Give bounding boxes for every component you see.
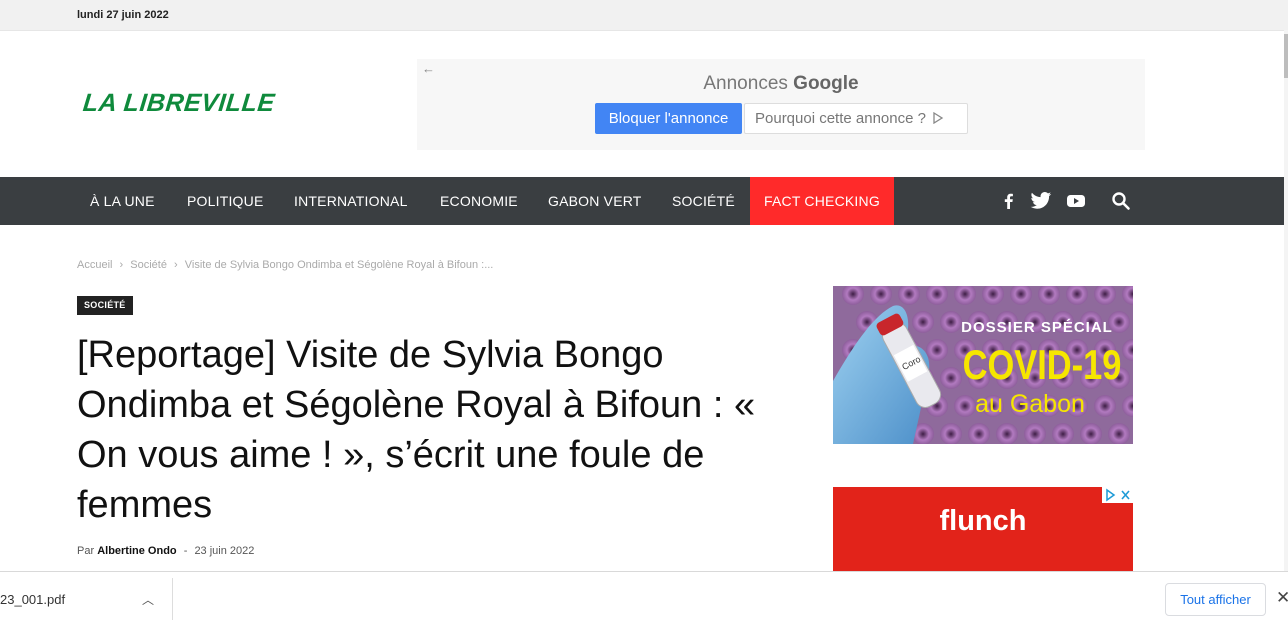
byline-dash: - [183,545,188,557]
block-ad-button[interactable]: Bloquer l'annonce [595,103,742,134]
youtube-icon[interactable] [1065,191,1087,211]
virus-cell [926,339,948,361]
adchoices-badge[interactable] [1102,487,1133,503]
top-bar: lundi 27 juin 2022 [0,0,1288,31]
breadcrumb-separator: › [174,259,178,271]
covid-banner-image: Coro DOSSIER SPÉCIAL COVID-19 au Gabon [833,286,1133,444]
nav-item-societe[interactable]: SOCIÉTÉ [672,177,735,225]
ads-label-prefix: Annonces [703,73,788,94]
play-triangle-icon [933,111,944,125]
publish-date: 23 juin 2022 [194,545,255,557]
search-icon[interactable] [1110,191,1132,211]
virus-cell [1094,395,1116,417]
scrollbar-thumb[interactable] [1284,34,1288,78]
download-file-name[interactable]: 23_001.pdf [0,592,65,607]
virus-cell [940,311,962,333]
main-navigation: À LA UNE POLITIQUE INTERNATIONAL ECONOMI… [0,177,1284,225]
breadcrumb-current: Visite de Sylvia Bongo Ondimba et Ségolè… [184,259,494,271]
breadcrumb-home[interactable]: Accueil [77,259,112,271]
virus-cell [968,423,990,444]
nav-item-economie[interactable]: ECONOMIE [440,177,518,225]
current-date: lundi 27 juin 2022 [77,9,169,21]
page-scrollbar[interactable] [1284,30,1288,575]
virus-cell [996,423,1018,444]
ads-label: Annonces Google [417,73,1145,95]
nav-item-a-la-une[interactable]: À LA UNE [90,177,155,225]
why-this-ad-label: Pourquoi cette annonce ? [755,110,926,127]
covid-heading: COVID-19 [963,342,1122,389]
breadcrumb-category[interactable]: Société [130,259,167,271]
country-heading: au Gabon [975,390,1085,418]
virus-cell [1080,423,1102,444]
nav-item-fact-checking[interactable]: FACT CHECKING [750,177,894,225]
site-logo[interactable]: LA LIBREVILLE [81,89,277,118]
article-byline: Par Albertine Ondo - 23 juin 2022 [77,545,254,557]
nav-item-international[interactable]: INTERNATIONAL [294,177,408,225]
virus-cell [940,423,962,444]
show-all-downloads-button[interactable]: Tout afficher [1165,583,1266,616]
virus-cell [1108,423,1130,444]
breadcrumb-separator: › [119,259,124,271]
downloads-bar: 23_001.pdf ︿ Tout afficher ✕ [0,571,1288,622]
virus-cell [1024,423,1046,444]
article-title: [Reportage] Visite de Sylvia Bongo Ondim… [77,334,756,526]
virus-cell [954,395,976,417]
flunch-ad[interactable]: flunch [833,487,1133,577]
ads-label-brand: Google [793,73,859,94]
author-link[interactable]: Albertine Ondo [97,545,176,557]
browser-page: lundi 27 juin 2022 LA LIBREVILLE ← Annon… [0,0,1288,622]
downloads-divider [172,578,173,620]
virus-cell [912,311,934,333]
category-badge[interactable]: SOCIÉTÉ [77,296,133,315]
why-this-ad-button[interactable]: Pourquoi cette annonce ? [744,103,968,134]
adchoices-icon[interactable] [1102,487,1133,503]
byline-prefix: Par [77,545,95,557]
google-ad-banner: ← Annonces Google Bloquer l'annonce Pour… [417,59,1145,150]
nav-item-politique[interactable]: POLITIQUE [187,177,263,225]
twitter-icon[interactable] [1030,191,1052,211]
breadcrumb: Accueil › Société › Visite de Sylvia Bon… [77,259,497,271]
virus-cell [940,367,962,389]
virus-cell [1052,423,1074,444]
flunch-brand: flunch [939,505,1027,537]
chevron-up-icon[interactable]: ︿ [142,591,154,608]
covid-special-banner[interactable]: Coro DOSSIER SPÉCIAL COVID-19 au Gabon [833,286,1133,444]
dossier-heading: DOSSIER SPÉCIAL [961,319,1113,336]
facebook-icon[interactable] [998,191,1020,211]
close-icon[interactable]: ✕ [1276,588,1288,608]
nav-item-gabon-vert[interactable]: GABON VERT [548,177,642,225]
